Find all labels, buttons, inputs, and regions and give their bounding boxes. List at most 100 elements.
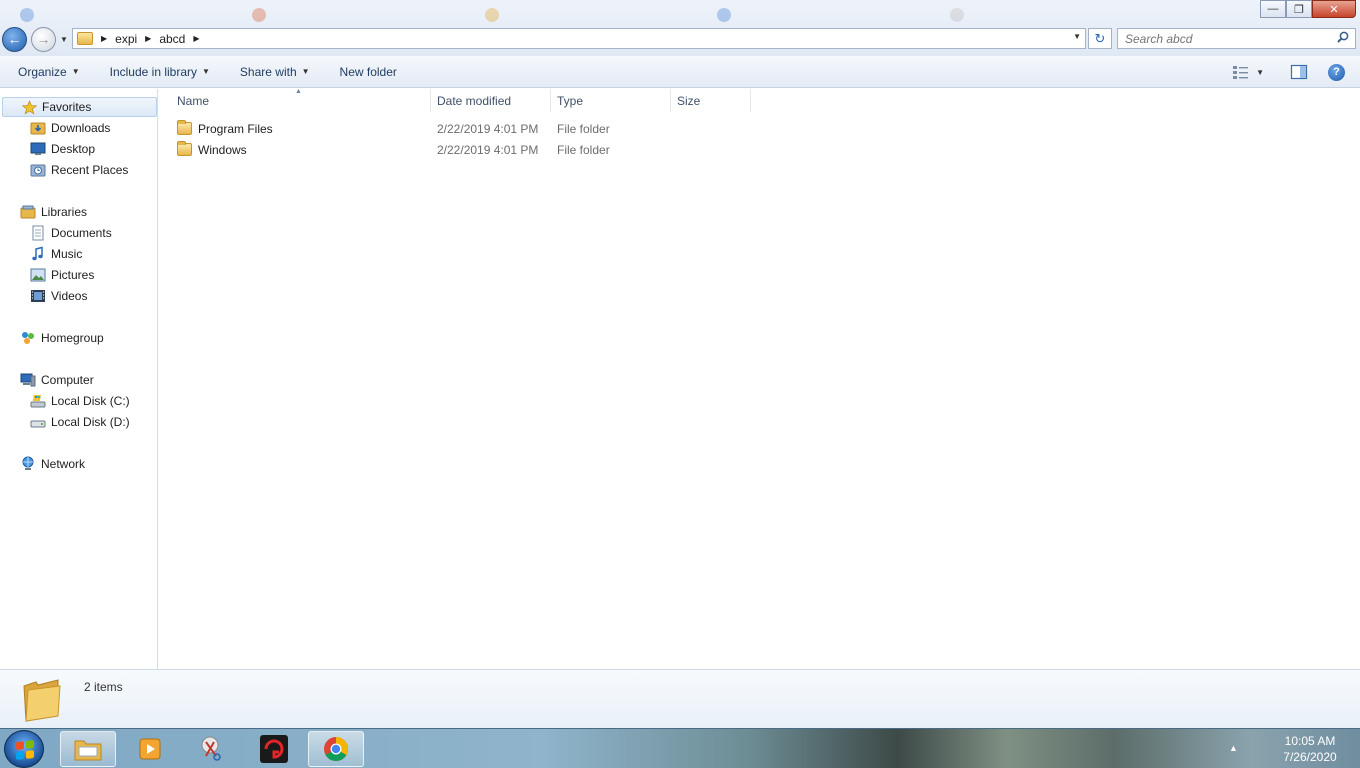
chrome-icon	[324, 737, 348, 762]
explorer-folder-icon	[74, 740, 102, 761]
show-hidden-icons-button[interactable]: ▲	[1229, 743, 1238, 753]
type-cell: File folder	[557, 143, 610, 157]
sidebar-item-homegroup[interactable]: Homegroup	[20, 328, 104, 348]
sidebar-item-pictures[interactable]: Pictures	[30, 265, 94, 285]
chevron-right-icon[interactable]: ▶	[101, 34, 107, 43]
homegroup-icon	[20, 330, 36, 346]
folder-icon	[177, 120, 192, 135]
help-icon: ?	[1333, 66, 1340, 78]
help-button[interactable]: ?	[1328, 63, 1345, 81]
taskbar-media-player-button[interactable]	[122, 731, 178, 767]
caret-down-icon: ▼	[301, 67, 310, 76]
star-icon	[21, 99, 37, 115]
network-icon	[20, 456, 36, 472]
taskbar-snipping-tool-button[interactable]	[184, 731, 240, 767]
column-header-date-modified[interactable]: Date modified	[431, 89, 551, 112]
recent-pages-dropdown[interactable]: ▼	[60, 35, 68, 44]
table-row[interactable]: Windows 2/22/2019 4:01 PM File folder	[171, 140, 771, 160]
share-with-label: Share with	[239, 64, 297, 79]
search-input[interactable]	[1118, 29, 1328, 48]
caret-down-icon: ▼	[71, 67, 80, 76]
sidebar-item-label: Homegroup	[41, 331, 104, 345]
chevron-right-icon[interactable]: ▶	[193, 34, 199, 43]
command-bar: Organize ▼ Include in library ▼ Share wi…	[0, 56, 1360, 88]
clock-date: 7/26/2020	[1283, 750, 1337, 764]
refresh-button[interactable]: ↻	[1088, 28, 1112, 49]
sidebar-item-favorites[interactable]: Favorites	[2, 97, 157, 117]
new-folder-button[interactable]: New folder	[340, 65, 397, 79]
table-row[interactable]: Program Files 2/22/2019 4:01 PM File fol…	[171, 119, 771, 139]
sidebar-item-recent-places[interactable]: Recent Places	[30, 160, 128, 180]
videos-icon	[30, 288, 46, 304]
sidebar-item-videos[interactable]: Videos	[30, 286, 87, 306]
breadcrumb-expi[interactable]: expi	[115, 32, 137, 46]
clock-time: 10:05 AM	[1284, 734, 1336, 748]
chevron-right-icon[interactable]: ▶	[145, 34, 151, 43]
change-view-icon[interactable]	[1232, 64, 1250, 80]
window-controls: — ❐ ✕	[1260, 0, 1356, 18]
sidebar-item-libraries[interactable]: Libraries	[20, 202, 87, 222]
sidebar-item-label: Recent Places	[51, 163, 129, 177]
back-button[interactable]: ←	[2, 26, 27, 52]
search-icon[interactable]	[1337, 31, 1349, 43]
snipping-tool-icon	[201, 736, 221, 761]
include-in-library-label: Include in library	[109, 64, 197, 79]
column-header-name[interactable]: Name	[171, 89, 431, 112]
view-controls: ▼ ?	[1232, 56, 1360, 88]
folder-icon	[177, 141, 192, 156]
item-count: 2 items	[84, 680, 123, 694]
minimize-button[interactable]: —	[1260, 0, 1286, 18]
sidebar-item-computer[interactable]: Computer	[20, 370, 94, 390]
caret-down-icon: ▼	[202, 67, 210, 76]
start-button[interactable]	[4, 730, 44, 768]
address-history-dropdown[interactable]: ▼	[1073, 32, 1081, 41]
close-button[interactable]: ✕	[1312, 0, 1356, 18]
taskbar-chrome-button[interactable]	[308, 731, 364, 767]
background-tab	[717, 8, 737, 22]
sidebar-item-music[interactable]: Music	[30, 244, 82, 264]
taskbar-explorer-button[interactable]	[60, 731, 116, 767]
organize-button[interactable]: Organize ▼	[18, 65, 80, 79]
maximize-button[interactable]: ❐	[1286, 0, 1312, 18]
desktop-icon	[30, 141, 46, 157]
background-tab	[252, 8, 272, 22]
include-in-library-button[interactable]: Include in library ▼	[110, 65, 210, 79]
column-header-type[interactable]: Type	[551, 89, 671, 112]
search-box[interactable]	[1117, 28, 1356, 49]
share-with-button[interactable]: Share with ▼	[240, 65, 310, 79]
column-header-size[interactable]: Size	[671, 89, 751, 112]
breadcrumb-abcd[interactable]: abcd	[159, 32, 185, 46]
file-name-cell: Windows	[177, 141, 247, 157]
computer-icon	[20, 372, 36, 388]
sidebar-item-downloads[interactable]: Downloads	[30, 118, 110, 138]
background-tabs	[0, 0, 1240, 26]
address-bar[interactable]: ▶ expi ▶ abcd ▶ ▼	[72, 28, 1086, 49]
sidebar-item-label: Pictures	[51, 268, 95, 282]
pictures-icon	[30, 267, 46, 283]
background-tab	[485, 8, 505, 22]
details-pane: 2 items	[0, 669, 1360, 728]
windows-logo-icon	[16, 740, 34, 760]
downloads-folder-icon	[30, 120, 46, 136]
file-list: ▲ Name Date modified Type Size Program F…	[159, 88, 1360, 669]
libraries-icon	[20, 204, 36, 220]
sidebar-item-label: Music	[51, 247, 83, 261]
more-views-dropdown[interactable]: ▼	[1256, 68, 1264, 77]
system-clock[interactable]: 10:05 AM 7/26/2020	[1270, 733, 1350, 765]
sidebar-item-label: Network	[41, 457, 86, 471]
sidebar-item-label: Documents	[51, 226, 112, 240]
taskbar-garena-button[interactable]	[246, 731, 302, 767]
media-player-icon	[139, 738, 161, 760]
forward-button[interactable]: →	[31, 26, 56, 52]
preview-pane-icon[interactable]	[1290, 64, 1308, 80]
type-cell: File folder	[557, 122, 610, 136]
new-folder-label: New folder	[339, 64, 397, 79]
sidebar-item-documents[interactable]: Documents	[30, 223, 112, 243]
sidebar-item-desktop[interactable]: Desktop	[30, 139, 95, 159]
sidebar-item-local-disk-c[interactable]: Local Disk (C:)	[30, 391, 130, 411]
drive-icon	[30, 414, 46, 430]
large-folder-icon	[23, 679, 61, 722]
sidebar-item-local-disk-d[interactable]: Local Disk (D:)	[30, 412, 130, 432]
sidebar-item-network[interactable]: Network	[20, 454, 85, 474]
folder-icon	[77, 32, 93, 45]
